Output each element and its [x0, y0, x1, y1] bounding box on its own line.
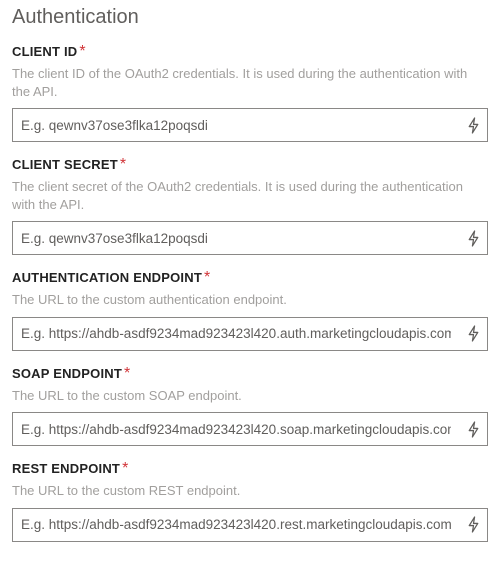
soap-endpoint-label: SOAP ENDPOINT	[12, 366, 122, 381]
client-id-desc: The client ID of the OAuth2 credentials.…	[12, 65, 488, 100]
client-secret-input[interactable]	[13, 222, 459, 254]
client-id-label: CLIENT ID	[12, 44, 77, 59]
rest-endpoint-label: REST ENDPOINT	[12, 461, 120, 476]
auth-endpoint-input-wrap	[12, 317, 488, 351]
client-secret-input-wrap	[12, 221, 488, 255]
required-mark: *	[79, 43, 85, 60]
section-title: Authentication	[12, 6, 488, 29]
soap-endpoint-label-row: SOAP ENDPOINT*	[12, 365, 488, 383]
client-secret-label: CLIENT SECRET	[12, 157, 118, 172]
auth-endpoint-label-row: AUTHENTICATION ENDPOINT*	[12, 269, 488, 287]
client-id-input[interactable]	[13, 109, 459, 141]
dynamic-content-button[interactable]	[459, 109, 487, 141]
auth-endpoint-input[interactable]	[13, 318, 459, 350]
dynamic-content-button[interactable]	[459, 222, 487, 254]
dynamic-content-button[interactable]	[459, 413, 487, 445]
lightning-icon	[467, 117, 480, 134]
field-auth-endpoint: AUTHENTICATION ENDPOINT* The URL to the …	[12, 269, 488, 351]
rest-endpoint-desc: The URL to the custom REST endpoint.	[12, 482, 488, 500]
auth-endpoint-desc: The URL to the custom authentication end…	[12, 291, 488, 309]
client-secret-desc: The client secret of the OAuth2 credenti…	[12, 178, 488, 213]
soap-endpoint-input[interactable]	[13, 413, 459, 445]
field-client-secret: CLIENT SECRET* The client secret of the …	[12, 156, 488, 255]
client-secret-label-row: CLIENT SECRET*	[12, 156, 488, 174]
field-client-id: CLIENT ID* The client ID of the OAuth2 c…	[12, 43, 488, 142]
lightning-icon	[467, 325, 480, 342]
field-rest-endpoint: REST ENDPOINT* The URL to the custom RES…	[12, 460, 488, 542]
required-mark: *	[120, 156, 126, 173]
dynamic-content-button[interactable]	[459, 318, 487, 350]
required-mark: *	[204, 269, 210, 286]
lightning-icon	[467, 230, 480, 247]
client-id-input-wrap	[12, 108, 488, 142]
required-mark: *	[122, 460, 128, 477]
lightning-icon	[467, 516, 480, 533]
dynamic-content-button[interactable]	[459, 509, 487, 541]
rest-endpoint-input-wrap	[12, 508, 488, 542]
field-soap-endpoint: SOAP ENDPOINT* The URL to the custom SOA…	[12, 365, 488, 447]
required-mark: *	[124, 365, 130, 382]
soap-endpoint-input-wrap	[12, 412, 488, 446]
auth-endpoint-label: AUTHENTICATION ENDPOINT	[12, 270, 202, 285]
client-id-label-row: CLIENT ID*	[12, 43, 488, 61]
rest-endpoint-label-row: REST ENDPOINT*	[12, 460, 488, 478]
soap-endpoint-desc: The URL to the custom SOAP endpoint.	[12, 387, 488, 405]
lightning-icon	[467, 421, 480, 438]
rest-endpoint-input[interactable]	[13, 509, 459, 541]
